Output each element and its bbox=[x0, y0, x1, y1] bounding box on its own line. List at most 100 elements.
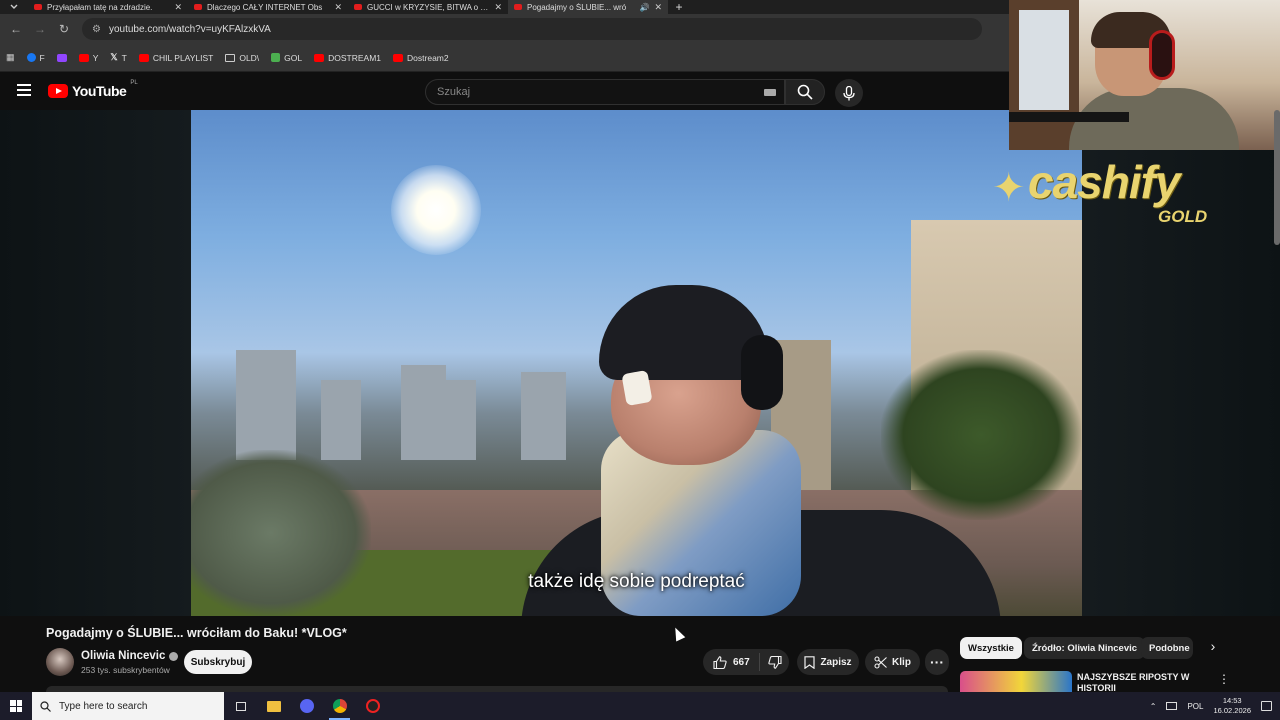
chip-all[interactable]: Wszystkie bbox=[960, 637, 1022, 659]
youtube-logo[interactable]: YouTube PL bbox=[48, 80, 138, 99]
youtube-icon bbox=[34, 4, 42, 10]
verified-badge-icon bbox=[169, 651, 179, 661]
sponsor-tier: GOLD bbox=[1158, 207, 1208, 226]
video-player[interactable]: także idę sobie podreptać bbox=[191, 110, 1082, 616]
video-subtitle: także idę sobie podreptać bbox=[528, 571, 745, 592]
video-scene-palm bbox=[881, 350, 1081, 520]
bookmark-item[interactable] bbox=[56, 53, 67, 62]
chevron-up-icon[interactable]: ⌃ bbox=[1150, 702, 1157, 711]
search-placeholder: Szukaj bbox=[437, 86, 471, 98]
channel-name-text[interactable]: Oliwia Nincevic bbox=[81, 650, 165, 662]
bookmark-item[interactable]: 𝕏 T bbox=[110, 52, 126, 63]
forward-icon[interactable]: → bbox=[28, 22, 52, 36]
reload-icon[interactable]: ↻ bbox=[52, 22, 76, 36]
kebab-menu-icon[interactable]: ⋮ bbox=[1218, 672, 1230, 686]
video-scene-building bbox=[236, 350, 296, 460]
network-icon[interactable] bbox=[1166, 702, 1178, 710]
bookmark-label: F bbox=[39, 52, 45, 63]
file-explorer-icon[interactable] bbox=[257, 692, 290, 720]
windows-logo-icon bbox=[10, 700, 22, 712]
back-icon[interactable]: ← bbox=[4, 22, 28, 36]
youtube-icon bbox=[393, 53, 404, 62]
like-button[interactable]: 667 bbox=[703, 653, 760, 671]
apps-icon[interactable]: ▦ bbox=[6, 52, 15, 63]
clock[interactable]: 14:53 16.02.2026 bbox=[1213, 696, 1251, 716]
voice-search-button[interactable] bbox=[835, 79, 863, 107]
search-input[interactable]: Szukaj bbox=[425, 79, 785, 105]
bookmark-item[interactable]: CHIL PLAYLIST bbox=[138, 53, 213, 63]
tab-search-icon[interactable] bbox=[0, 0, 28, 14]
channel-name[interactable]: Oliwia Nincevic bbox=[81, 650, 179, 662]
bookmark-item[interactable]: F bbox=[26, 52, 45, 63]
browser-tab-active[interactable]: Pogadajmy o ŚLUBIE... wró 🔊 ✕ bbox=[508, 0, 668, 14]
chip-related[interactable]: Podobne bbox=[1141, 637, 1193, 659]
bookmark-label: OLD\ bbox=[239, 52, 260, 63]
thumbs-up-icon bbox=[713, 655, 727, 669]
browser-tab-2[interactable]: Dlaczego CAŁY INTERNET Obs ✕ bbox=[188, 0, 348, 14]
close-icon[interactable]: ✕ bbox=[494, 2, 502, 13]
search-button[interactable] bbox=[785, 79, 825, 105]
site-info-icon[interactable]: ⚙ bbox=[92, 24, 101, 35]
like-dislike-group: 667 bbox=[703, 649, 789, 675]
twitch-icon bbox=[56, 53, 67, 62]
address-bar[interactable]: ⚙ youtube.com/watch?v=uyKFAlzxkVA bbox=[82, 18, 982, 40]
search-icon bbox=[797, 84, 813, 100]
video-scene-sun bbox=[391, 165, 481, 255]
microphone-icon bbox=[843, 85, 855, 100]
bookmark-item[interactable]: Dostream2 bbox=[393, 53, 449, 63]
x-icon: 𝕏 bbox=[110, 52, 118, 62]
close-icon[interactable]: ✕ bbox=[334, 2, 342, 13]
menu-icon[interactable] bbox=[17, 84, 31, 96]
url-text[interactable]: youtube.com/watch?v=uyKFAlzxkVA bbox=[109, 24, 271, 35]
system-tray: ⌃ POL 14:53 16.02.2026 bbox=[1150, 692, 1280, 720]
bookmark-label: Dostream2 bbox=[407, 52, 449, 63]
bookmark-item[interactable]: Y bbox=[78, 53, 98, 63]
discord-icon[interactable] bbox=[290, 692, 323, 720]
search-icon bbox=[40, 700, 51, 712]
chip-from-channel[interactable]: Źródło: Oliwia Nincevic bbox=[1024, 637, 1146, 659]
youtube-icon bbox=[138, 53, 149, 62]
obs-icon[interactable] bbox=[356, 692, 389, 720]
taskbar-search[interactable]: Type here to search bbox=[32, 692, 224, 720]
bookmark-label: DOSTREAM1 bbox=[328, 52, 382, 63]
tab-title: Pogadajmy o ŚLUBIE... wró bbox=[527, 2, 627, 12]
more-actions-button[interactable]: ··· bbox=[925, 649, 949, 675]
clock-date: 16.02.2026 bbox=[1213, 706, 1251, 715]
mouse-cursor-icon bbox=[670, 625, 686, 642]
tab-title: Dlaczego CAŁY INTERNET Obs bbox=[207, 2, 323, 12]
g-icon bbox=[271, 53, 281, 62]
recommended-thumbnail[interactable] bbox=[960, 671, 1072, 693]
chrome-icon[interactable] bbox=[323, 692, 356, 720]
close-icon[interactable]: ✕ bbox=[174, 2, 182, 13]
browser-tab-3[interactable]: GUCCI w KRYZYSIE, BITWA o TA ✕ bbox=[348, 0, 508, 14]
youtube-icon bbox=[354, 4, 362, 10]
recommended-title[interactable]: NAJSZYBSZE RIPOSTY W HISTORII bbox=[1077, 672, 1197, 692]
bookmark-label: T bbox=[121, 52, 127, 63]
youtube-logo-text: YouTube bbox=[72, 83, 127, 99]
save-label: Zapisz bbox=[820, 656, 852, 668]
bookmark-folder[interactable]: OLD\ bbox=[225, 53, 259, 63]
page-scrollbar[interactable] bbox=[1274, 110, 1280, 245]
bookmark-item[interactable]: GOL bbox=[271, 53, 302, 63]
clip-button[interactable]: Klip bbox=[865, 649, 920, 675]
new-tab-button[interactable]: + bbox=[668, 0, 690, 14]
scissors-icon bbox=[874, 655, 887, 669]
clock-time: 14:53 bbox=[1222, 696, 1242, 705]
start-button[interactable] bbox=[0, 692, 32, 720]
language-indicator[interactable]: POL bbox=[1187, 702, 1203, 711]
like-count: 667 bbox=[733, 656, 750, 668]
channel-avatar[interactable] bbox=[46, 648, 74, 676]
subscribe-button[interactable]: Subskrybuj bbox=[184, 650, 252, 674]
browser-tab-1[interactable]: Przyłapałam tatę na zdradzie. ✕ bbox=[28, 0, 188, 14]
speaker-icon[interactable]: 🔊 bbox=[639, 3, 649, 12]
task-view-icon[interactable] bbox=[224, 692, 257, 720]
save-button[interactable]: Zapisz bbox=[797, 649, 859, 675]
dislike-button[interactable] bbox=[760, 655, 790, 669]
chevron-right-icon[interactable]: › bbox=[1204, 638, 1222, 658]
notification-icon[interactable] bbox=[1261, 701, 1272, 711]
bookmarks-bar: ▦ F Y 𝕏 T CHIL PLAYLIST OLD\ GOL DOSTREA… bbox=[0, 44, 1010, 72]
video-scene-building bbox=[401, 365, 446, 460]
keyboard-icon[interactable] bbox=[764, 89, 776, 96]
close-icon[interactable]: ✕ bbox=[654, 2, 662, 13]
bookmark-item[interactable]: DOSTREAM1 bbox=[314, 53, 381, 63]
